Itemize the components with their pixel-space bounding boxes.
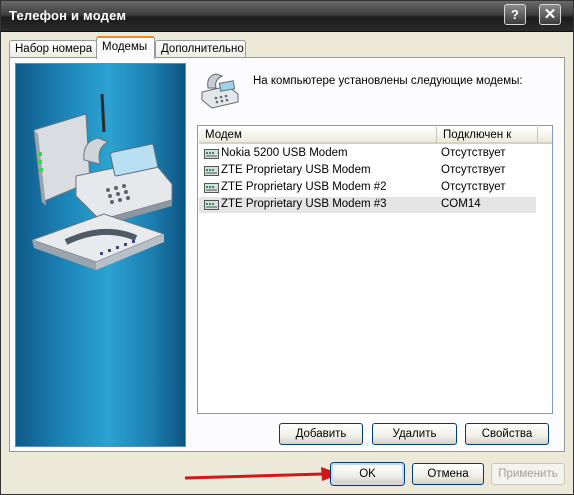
ok-button[interactable]: OK	[331, 463, 404, 485]
modem-icon	[204, 149, 219, 159]
intro-text: На компьютере установлены следующие моде…	[253, 75, 523, 87]
modem-icon	[204, 166, 219, 176]
modem-icon	[204, 183, 219, 193]
list-item[interactable]: Nokia 5200 USB Modem Отсутствует	[199, 146, 536, 162]
modem-port: Отсутствует	[441, 164, 506, 176]
properties-button[interactable]: Свойства	[465, 423, 549, 445]
tab-modems[interactable]: Модемы	[96, 36, 155, 59]
modem-name: ZTE Proprietary USB Modem	[221, 164, 371, 176]
devices-illustration-icon	[30, 93, 173, 270]
column-header-modem[interactable]: Модем	[199, 127, 437, 144]
modem-name: Nokia 5200 USB Modem	[221, 147, 348, 159]
cancel-button[interactable]: Отмена	[412, 463, 484, 485]
title-bar[interactable]: Телефон и модем ? ✕	[1, 1, 573, 32]
modem-port: COM14	[441, 198, 481, 210]
red-arrow-icon	[184, 467, 341, 481]
close-button[interactable]: ✕	[539, 4, 561, 25]
tab-advanced[interactable]: Дополнительно	[155, 40, 246, 58]
phone-modem-dialog: Телефон и модем ? ✕ Набор номера Модемы …	[0, 0, 574, 495]
modem-icon	[204, 200, 219, 210]
modems-panel: На компьютере установлены следующие моде…	[9, 57, 565, 452]
list-item[interactable]: ZTE Proprietary USB Modem Отсутствует	[199, 163, 536, 179]
add-button[interactable]: Добавить	[279, 423, 363, 445]
modem-name: ZTE Proprietary USB Modem #2	[221, 181, 387, 193]
tab-dialing[interactable]: Набор номера	[9, 40, 97, 58]
modem-list[interactable]: Модем Подключен к Nokia 5200 USB Modem О…	[197, 125, 553, 414]
apply-button[interactable]: Применить	[491, 463, 565, 485]
list-item-selected[interactable]: ZTE Proprietary USB Modem #3 COM14	[199, 197, 536, 213]
modem-name: ZTE Proprietary USB Modem #3	[221, 198, 387, 210]
modem-illustration	[15, 63, 186, 447]
remove-button[interactable]: Удалить	[372, 423, 457, 445]
column-header-port[interactable]: Подключен к	[437, 127, 538, 144]
modem-port: Отсутствует	[441, 181, 506, 193]
phone-modem-icon	[201, 73, 239, 109]
column-header-filler	[538, 127, 552, 144]
window-title: Телефон и модем	[9, 8, 127, 23]
help-button[interactable]: ?	[504, 4, 526, 25]
modem-port: Отсутствует	[441, 147, 506, 159]
list-item[interactable]: ZTE Proprietary USB Modem #2 Отсутствует	[199, 180, 536, 196]
